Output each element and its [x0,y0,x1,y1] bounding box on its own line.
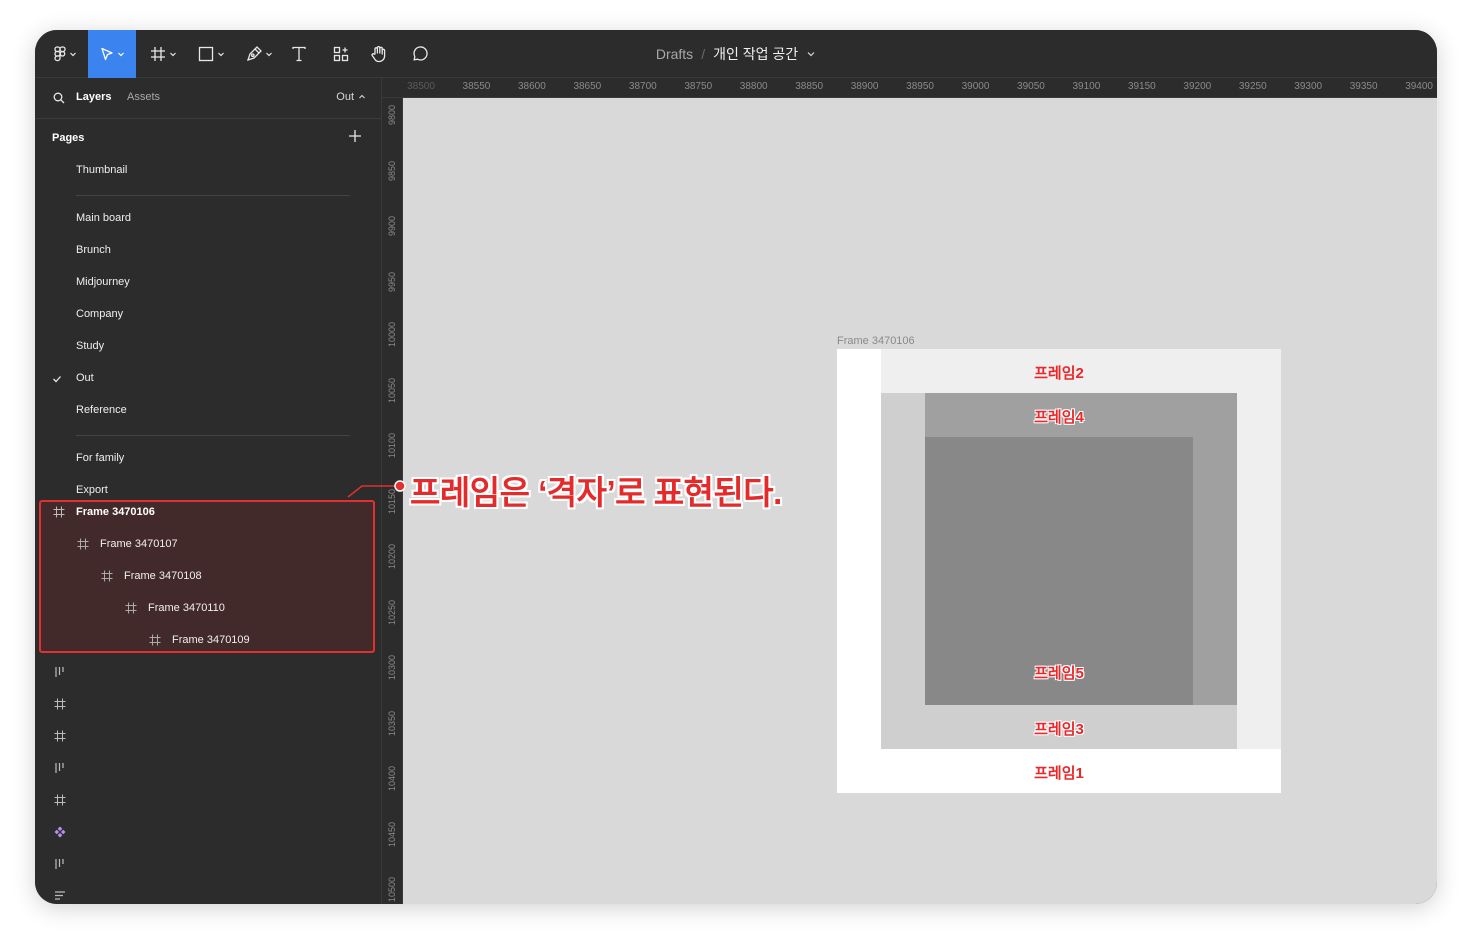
annotation-text: 프레임은 ‘격자’로 표현된다. [410,474,782,511]
annotation-dot [394,480,406,492]
